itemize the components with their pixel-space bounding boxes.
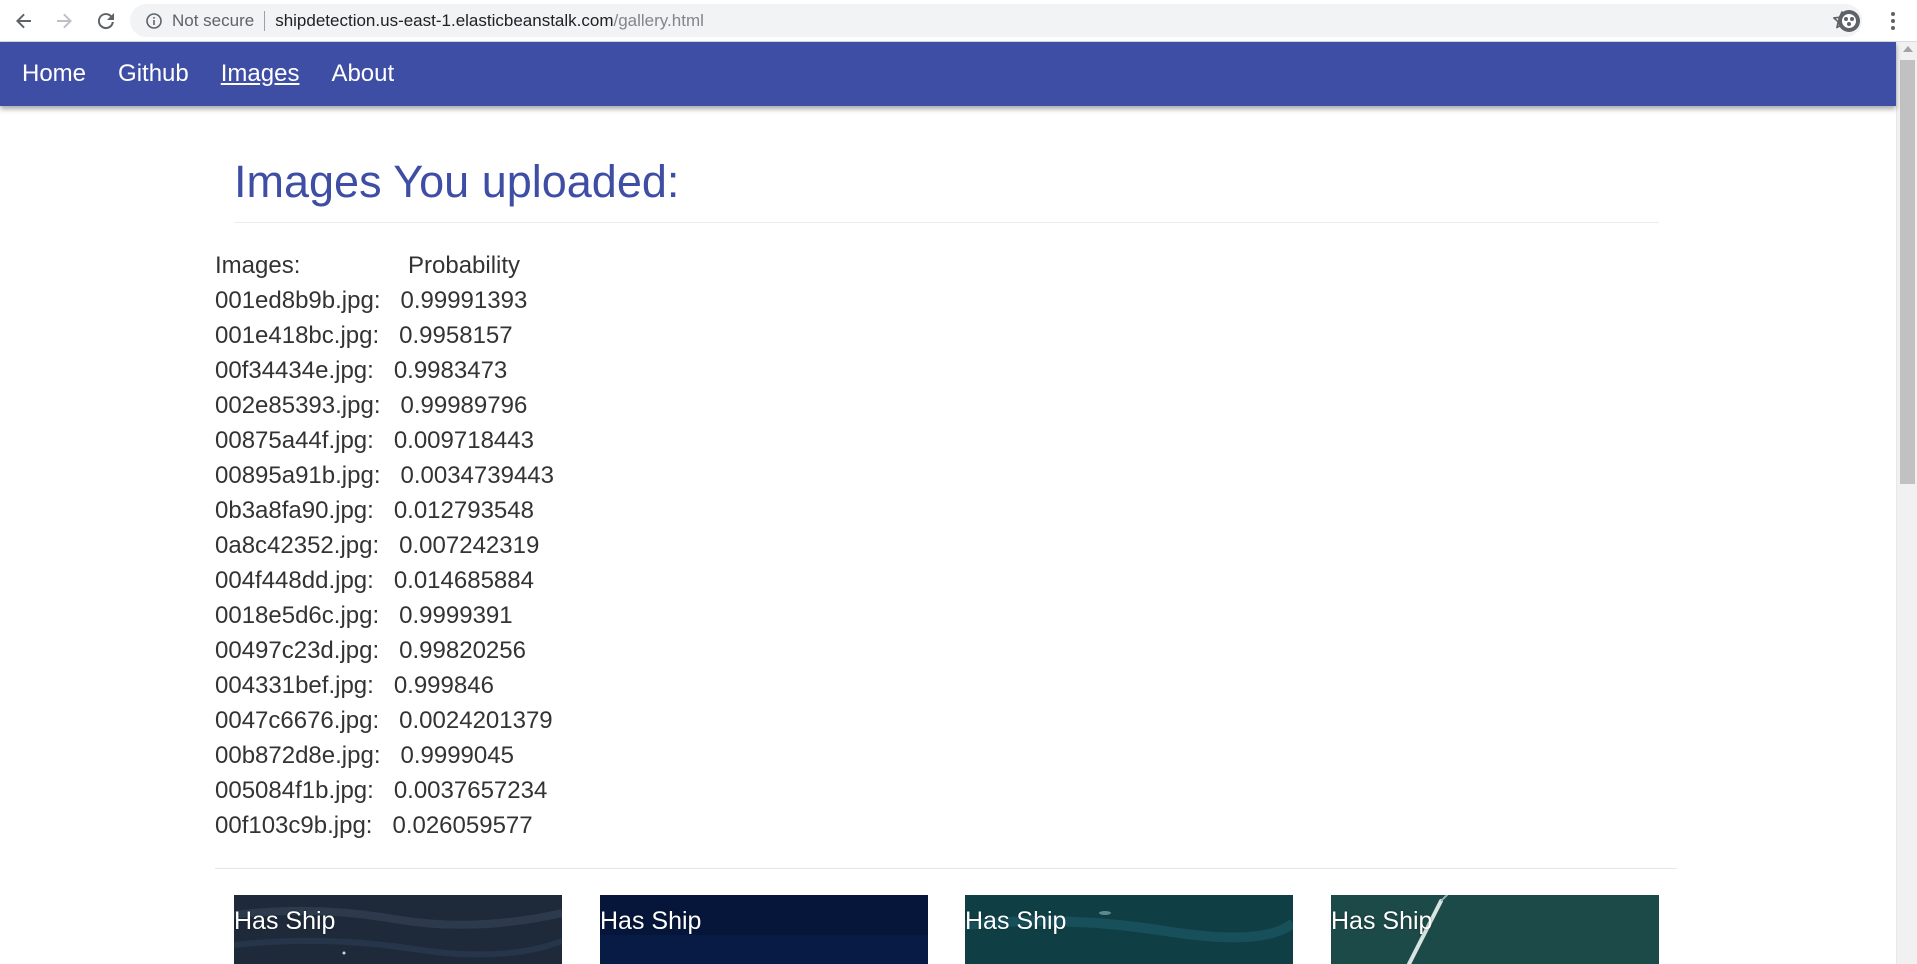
security-label: Not secure bbox=[172, 10, 255, 30]
browser-toolbar: Not secure shipdetection.us-east-1.elast… bbox=[0, 0, 1917, 42]
nav-images[interactable]: Images bbox=[221, 60, 300, 88]
result-probability: 0.9999045 bbox=[400, 742, 514, 769]
result-filename: 0047c6676.jpg: bbox=[215, 707, 380, 734]
extension-icon[interactable] bbox=[1836, 8, 1862, 34]
result-probability: 0.99991393 bbox=[400, 287, 528, 314]
result-filename: 004331bef.jpg: bbox=[215, 672, 374, 699]
result-probability: 0.999846 bbox=[393, 672, 494, 699]
scroll-up-icon[interactable] bbox=[1903, 46, 1913, 52]
image-card[interactable]: Has Ship bbox=[234, 895, 562, 964]
result-row: 0b3a8fa90.jpg: 0.012793548 bbox=[215, 493, 554, 528]
result-filename: 001e418bc.jpg: bbox=[215, 322, 380, 349]
result-row: 002e85393.jpg: 0.99989796 bbox=[215, 388, 554, 423]
scroll-thumb[interactable] bbox=[1900, 60, 1915, 484]
page-title: Images You uploaded: bbox=[234, 156, 680, 207]
header-images: Images: bbox=[215, 252, 301, 279]
page-scrollbar[interactable] bbox=[1896, 42, 1917, 964]
result-row: 0047c6676.jpg: 0.0024201379 bbox=[215, 703, 554, 738]
card-label: Has Ship bbox=[600, 907, 702, 935]
result-filename: 002e85393.jpg: bbox=[215, 392, 381, 419]
result-row: 00875a44f.jpg: 0.009718443 bbox=[215, 423, 554, 458]
result-filename: 0018e5d6c.jpg: bbox=[215, 602, 380, 629]
result-row: 005084f1b.jpg: 0.0037657234 bbox=[215, 773, 554, 808]
result-probability: 0.012793548 bbox=[393, 497, 534, 524]
url-path: /gallery.html bbox=[613, 10, 704, 30]
forward-arrow-icon[interactable] bbox=[50, 7, 78, 35]
back-arrow-icon[interactable] bbox=[10, 7, 38, 35]
result-row: 00895a91b.jpg: 0.0034739443 bbox=[215, 458, 554, 493]
result-probability: 0.007242319 bbox=[399, 532, 540, 559]
result-probability: 0.99820256 bbox=[399, 637, 526, 664]
result-row: 00f34434e.jpg: 0.9983473 bbox=[215, 353, 554, 388]
result-row: 00b872d8e.jpg: 0.9999045 bbox=[215, 738, 554, 773]
card-label: Has Ship bbox=[1331, 907, 1433, 935]
results-header: Images: Probability bbox=[215, 248, 554, 283]
result-probability: 0.9999391 bbox=[399, 602, 513, 629]
result-filename: 00f34434e.jpg: bbox=[215, 357, 374, 384]
result-filename: 00b872d8e.jpg: bbox=[215, 742, 381, 769]
result-row: 004f448dd.jpg: 0.014685884 bbox=[215, 563, 554, 598]
result-filename: 0b3a8fa90.jpg: bbox=[215, 497, 374, 524]
result-row: 0a8c42352.jpg: 0.007242319 bbox=[215, 528, 554, 563]
result-probability: 0.0037657234 bbox=[393, 777, 548, 804]
title-divider bbox=[234, 222, 1659, 223]
info-icon[interactable] bbox=[146, 12, 162, 29]
result-probability: 0.0024201379 bbox=[399, 707, 553, 734]
result-row: 00f103c9b.jpg: 0.026059577 bbox=[215, 808, 554, 843]
url-host: shipdetection.us-east-1.elasticbeanstalk… bbox=[275, 10, 614, 30]
result-filename: 00497c23d.jpg: bbox=[215, 637, 380, 664]
result-probability: 0.009718443 bbox=[393, 427, 534, 454]
result-row: 001ed8b9b.jpg: 0.99991393 bbox=[215, 283, 554, 318]
result-filename: 00f103c9b.jpg: bbox=[215, 812, 373, 839]
nav-github[interactable]: Github bbox=[118, 60, 189, 88]
result-filename: 0a8c42352.jpg: bbox=[215, 532, 380, 559]
menu-icon[interactable] bbox=[1880, 8, 1906, 34]
nav-home[interactable]: Home bbox=[22, 60, 86, 88]
result-filename: 004f448dd.jpg: bbox=[215, 567, 374, 594]
reload-icon[interactable] bbox=[92, 7, 120, 35]
nav-about[interactable]: About bbox=[331, 60, 394, 88]
result-row: 0018e5d6c.jpg: 0.9999391 bbox=[215, 598, 554, 633]
result-probability: 0.0034739443 bbox=[400, 462, 555, 489]
card-label: Has Ship bbox=[234, 907, 336, 935]
image-card[interactable]: Has Ship bbox=[600, 895, 928, 964]
result-probability: 0.9983473 bbox=[393, 357, 508, 384]
result-probability: 0.014685884 bbox=[393, 567, 534, 594]
result-row: 00497c23d.jpg: 0.99820256 bbox=[215, 633, 554, 668]
result-row: 004331bef.jpg: 0.999846 bbox=[215, 668, 554, 703]
result-filename: 005084f1b.jpg: bbox=[215, 777, 374, 804]
result-probability: 0.9958157 bbox=[399, 322, 513, 349]
image-card[interactable]: Has Ship bbox=[965, 895, 1293, 964]
list-divider bbox=[215, 868, 1677, 869]
result-filename: 00895a91b.jpg: bbox=[215, 462, 381, 489]
header-probability: Probability bbox=[408, 252, 521, 279]
top-navbar: Home Github Images About bbox=[0, 42, 1896, 106]
url-separator bbox=[264, 10, 266, 31]
result-probability: 0.99989796 bbox=[400, 392, 528, 419]
card-label: Has Ship bbox=[965, 907, 1067, 935]
image-card[interactable]: Has Ship bbox=[1331, 895, 1659, 964]
results-list: Images: Probability 001ed8b9b.jpg: 0.99991… bbox=[215, 248, 554, 843]
result-row: 001e418bc.jpg: 0.9958157 bbox=[215, 318, 554, 353]
result-filename: 00875a44f.jpg: bbox=[215, 427, 374, 454]
address-bar[interactable]: Not secure shipdetection.us-east-1.elast… bbox=[130, 4, 1862, 37]
result-probability: 0.026059577 bbox=[392, 812, 533, 839]
result-filename: 001ed8b9b.jpg: bbox=[215, 287, 381, 314]
